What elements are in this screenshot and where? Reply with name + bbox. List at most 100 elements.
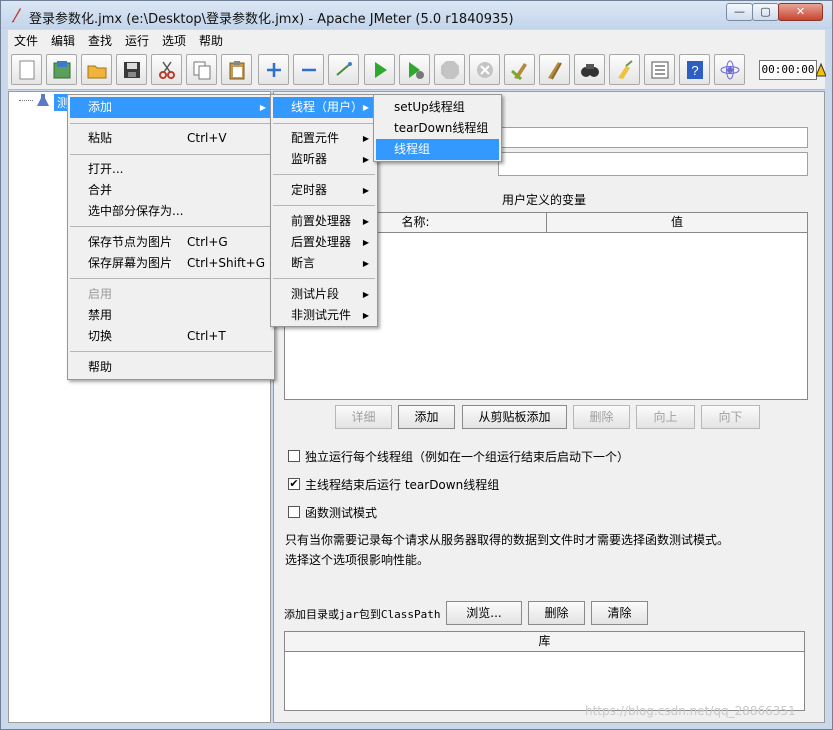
- thread-submenu-setup[interactable]: setUp线程组: [376, 97, 499, 118]
- name-field[interactable]: [498, 127, 808, 148]
- add-submenu-config[interactable]: 配置元件 ▶: [273, 128, 375, 149]
- clear-icon[interactable]: [504, 54, 535, 85]
- teardown-after-shutdown-checkbox[interactable]: ✔: [288, 478, 300, 490]
- threads-label: 线程（用户）: [291, 100, 364, 114]
- jmeter-feather-icon: [9, 7, 23, 23]
- thread-submenu: setUp线程组 tearDown线程组 线程组: [373, 94, 502, 162]
- submenu-arrow-icon: ▶: [362, 103, 369, 112]
- comments-field[interactable]: [498, 152, 808, 176]
- toggle-icon[interactable]: [328, 54, 359, 85]
- context-menu-paste[interactable]: 粘贴 Ctrl+V: [70, 128, 272, 149]
- classpath-delete-button[interactable]: 删除: [528, 601, 585, 625]
- add-submenu-threads[interactable]: 线程（用户） ▶: [273, 97, 375, 118]
- copy-icon[interactable]: [186, 54, 217, 85]
- menu-separator: [70, 351, 272, 352]
- context-menu-save-screen-image[interactable]: 保存屏幕为图片 Ctrl+Shift+G: [70, 253, 272, 274]
- tree-connector: [19, 100, 33, 101]
- browse-button[interactable]: 浏览...: [446, 601, 522, 625]
- add-submenu: 线程（用户） ▶ 配置元件 ▶ 监听器 ▶ 定时器 ▶ 前置处理器 ▶ 后置处理器 ▶ 断言…: [270, 94, 378, 327]
- submenu-arrow-icon: ▶: [362, 290, 369, 299]
- col-header-library[interactable]: 库: [285, 632, 804, 652]
- context-menu-disable[interactable]: 禁用: [70, 305, 272, 326]
- start-no-pause-icon[interactable]: [399, 54, 430, 85]
- add-submenu-non-test[interactable]: 非测试元件 ▶: [273, 305, 375, 326]
- test-plan-flask-icon: [36, 93, 50, 110]
- expand-icon[interactable]: [258, 54, 289, 85]
- function-helper-icon[interactable]: [644, 54, 675, 85]
- stop-icon[interactable]: [434, 54, 465, 85]
- cut-icon[interactable]: [151, 54, 182, 85]
- context-menu-help[interactable]: 帮助: [70, 357, 272, 378]
- help-icon[interactable]: ?: [679, 54, 710, 85]
- submenu-arrow-icon: ▶: [362, 134, 369, 143]
- menu-run[interactable]: 运行: [125, 32, 149, 49]
- context-menu: 添加 ▶ 粘贴 Ctrl+V 打开... 合并 选中部分保存为... 保存节点为图片…: [67, 94, 275, 380]
- menu-separator: [70, 123, 272, 124]
- shutdown-icon[interactable]: [469, 54, 500, 85]
- new-icon[interactable]: [11, 54, 42, 85]
- elapsed-timer: 00:00:00: [759, 60, 817, 80]
- thread-submenu-teardown[interactable]: tearDown线程组: [376, 118, 499, 139]
- maximize-button[interactable]: ▢: [752, 3, 779, 21]
- add-submenu-listener[interactable]: 监听器 ▶: [273, 149, 375, 170]
- submenu-arrow-icon: ▶: [362, 217, 369, 226]
- start-icon[interactable]: [364, 54, 395, 85]
- classpath-clear-button[interactable]: 清除: [591, 601, 648, 625]
- context-menu-merge[interactable]: 合并: [70, 180, 272, 201]
- detail-button[interactable]: 详细: [335, 405, 392, 429]
- menu-separator: [70, 226, 272, 227]
- run-groups-consecutively-label: 独立运行每个线程组（例如在一个组运行结束后启动下一个）: [305, 450, 630, 464]
- submenu-arrow-icon: ▶: [362, 186, 369, 195]
- menu-search[interactable]: 查找: [88, 32, 112, 49]
- toggle-shortcut: Ctrl+T: [187, 329, 226, 343]
- add-submenu-preprocessor[interactable]: 前置处理器 ▶: [273, 211, 375, 232]
- config-label: 配置元件: [291, 131, 340, 145]
- close-button[interactable]: ✕: [778, 3, 823, 21]
- clear-all-icon[interactable]: [539, 54, 570, 85]
- non-test-label: 非测试元件: [291, 308, 352, 322]
- save-icon[interactable]: [116, 54, 147, 85]
- context-menu-save-selection[interactable]: 选中部分保存为...: [70, 201, 272, 222]
- context-menu-add[interactable]: 添加 ▶: [70, 97, 272, 118]
- minimize-button[interactable]: —: [726, 3, 753, 21]
- save-screen-image-label: 保存屏幕为图片: [88, 256, 173, 270]
- move-down-button[interactable]: 向下: [701, 405, 760, 429]
- add-from-clipboard-button[interactable]: 从剪贴板添加: [462, 405, 567, 429]
- context-menu-toggle[interactable]: 切换 Ctrl+T: [70, 326, 272, 347]
- reset-search-icon[interactable]: [609, 54, 640, 85]
- functional-mode-note: 只有当你需要记录每个请求从服务器取得的数据到文件时才需要选择函数测试模式。: [285, 533, 730, 547]
- run-groups-consecutively-checkbox[interactable]: [288, 450, 300, 462]
- paste-icon[interactable]: [221, 54, 252, 85]
- functional-test-mode-checkbox[interactable]: [288, 506, 300, 518]
- open-icon[interactable]: [81, 54, 112, 85]
- context-menu-enable[interactable]: 启用: [70, 284, 272, 305]
- menu-options[interactable]: 选项: [162, 32, 186, 49]
- add-submenu-timer[interactable]: 定时器 ▶: [273, 180, 375, 201]
- add-submenu-postprocessor[interactable]: 后置处理器 ▶: [273, 232, 375, 253]
- listener-label: 监听器: [291, 152, 328, 166]
- collapse-icon[interactable]: [293, 54, 324, 85]
- thread-submenu-thread-group[interactable]: 线程组: [376, 139, 499, 160]
- save-node-image-shortcut: Ctrl+G: [187, 235, 228, 249]
- add-submenu-assertion[interactable]: 断言 ▶: [273, 253, 375, 274]
- delete-button[interactable]: 删除: [573, 405, 630, 429]
- context-menu-open[interactable]: 打开...: [70, 159, 272, 180]
- menu-bar: 文件 编辑 查找 运行 选项 帮助: [8, 30, 825, 50]
- add-button[interactable]: 添加: [398, 405, 455, 429]
- context-menu-save-node-image[interactable]: 保存节点为图片 Ctrl+G: [70, 232, 272, 253]
- menu-help[interactable]: 帮助: [199, 32, 223, 49]
- save-node-image-label: 保存节点为图片: [88, 235, 173, 249]
- col-header-value[interactable]: 值: [547, 213, 807, 233]
- menu-edit[interactable]: 编辑: [51, 32, 75, 49]
- search-icon[interactable]: [574, 54, 605, 85]
- remote-icon[interactable]: [714, 54, 745, 85]
- window-title: 登录参数化.jmx (e:\Desktop\登录参数化.jmx) - Apach…: [29, 12, 514, 27]
- move-up-button[interactable]: 向上: [636, 405, 695, 429]
- menu-file[interactable]: 文件: [14, 32, 38, 49]
- add-submenu-test-fragment[interactable]: 测试片段 ▶: [273, 284, 375, 305]
- templates-icon[interactable]: [46, 54, 77, 85]
- watermark: https://blog.csdn.net/qq_28866351: [585, 704, 796, 718]
- library-table[interactable]: 库: [284, 631, 805, 711]
- test-fragment-label: 测试片段: [291, 287, 340, 301]
- submenu-arrow-icon: ▶: [259, 103, 266, 112]
